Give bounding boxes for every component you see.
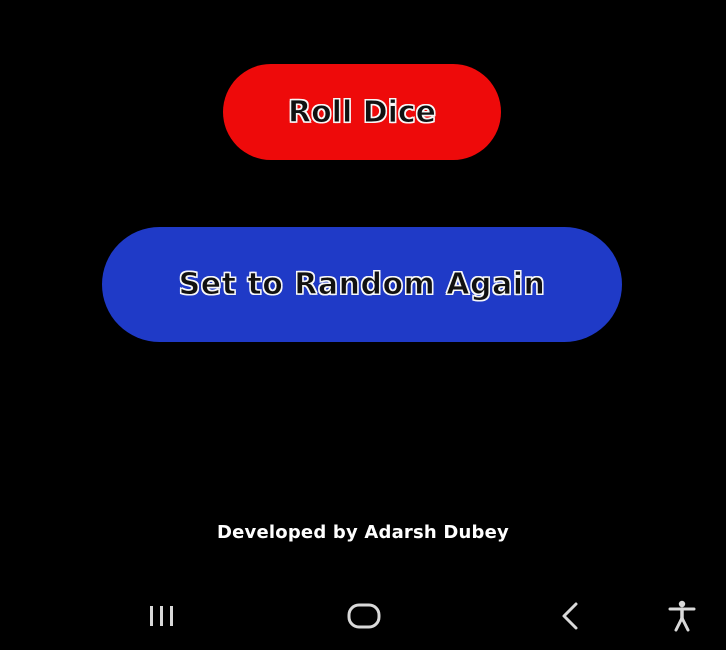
back-button[interactable] <box>538 586 602 646</box>
recents-icon <box>146 602 178 630</box>
accessibility-icon <box>667 599 697 633</box>
home-icon <box>346 601 382 631</box>
set-random-again-button[interactable]: Set to Random Again <box>102 227 622 342</box>
home-button[interactable] <box>332 586 396 646</box>
app-screen: Roll Dice Set to Random Again Developed … <box>0 0 726 650</box>
system-navigation-bar <box>0 586 726 650</box>
roll-dice-button[interactable]: Roll Dice <box>223 64 501 160</box>
developer-credit: Developed by Adarsh Dubey <box>217 522 509 543</box>
accessibility-button[interactable] <box>650 586 714 646</box>
back-icon <box>557 601 583 631</box>
recents-button[interactable] <box>130 586 194 646</box>
